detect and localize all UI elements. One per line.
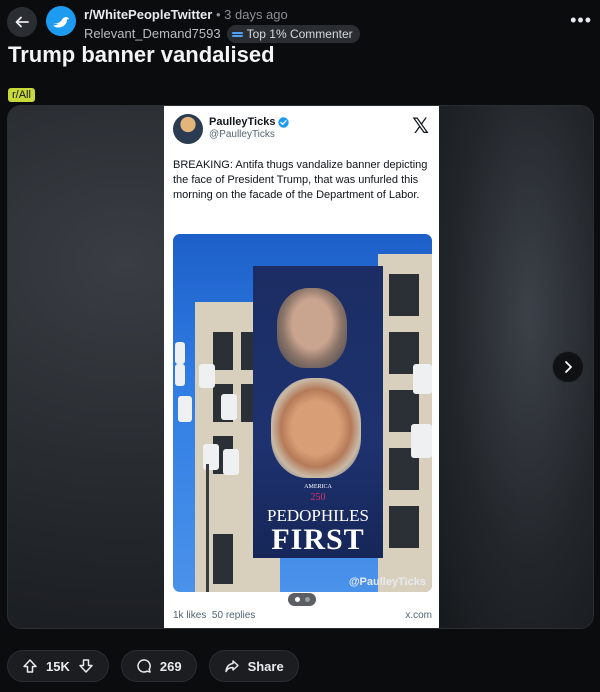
share-label: Share: [247, 658, 284, 674]
post-time: 3 days ago: [224, 7, 288, 22]
tweet-author: PaulleyTicks: [209, 116, 290, 128]
upvote-icon[interactable]: [22, 658, 38, 674]
page-dot: [304, 597, 310, 602]
share-icon: [224, 660, 239, 673]
tweet-source: x.com: [405, 610, 432, 621]
vote-control: 15K: [7, 650, 109, 682]
chevron-right-icon: [565, 361, 572, 373]
more-icon: •••: [570, 10, 592, 30]
back-arrow-icon: [15, 16, 29, 28]
post-meta: r/WhitePeopleTwitter • 3 days ago Releva…: [84, 7, 360, 43]
banner-number: 250: [310, 492, 326, 503]
tweet-screenshot: PaulleyTicks @PaulleyTicks 𝕏 BREAKING: A…: [164, 106, 439, 628]
trump-banner: AMERICA 250 PEDOPHILES FIRST: [253, 266, 383, 558]
media-gallery[interactable]: PaulleyTicks @PaulleyTicks 𝕏 BREAKING: A…: [7, 105, 594, 629]
badge-icon: [231, 31, 243, 37]
comment-icon: [137, 659, 151, 673]
downvote-icon[interactable]: [78, 658, 94, 674]
tweet-avatar: [173, 114, 203, 144]
meta-separator: •: [215, 7, 221, 22]
verified-icon: [278, 116, 290, 128]
x-logo-icon: 𝕏: [412, 114, 429, 138]
tweet-handle: @PaulleyTicks: [209, 129, 275, 140]
comments-button[interactable]: 269: [120, 650, 197, 682]
post-actions: 15K 269 Share: [7, 650, 299, 682]
banner-line2: FIRST: [271, 523, 365, 556]
commenter-badge: Top 1% Commenter: [226, 25, 360, 43]
comment-count: 269: [159, 658, 182, 674]
photo-watermark: @PaulleyTicks: [348, 576, 426, 588]
tweet-author-name: PaulleyTicks: [209, 116, 276, 128]
tweet-text: BREAKING: Antifa thugs vandalize banner …: [173, 159, 428, 201]
page-dot-active: [294, 597, 300, 602]
more-options-button[interactable]: •••: [570, 10, 592, 31]
banner-small-text: AMERICA: [304, 484, 332, 490]
tweet-likes: 1k likes: [173, 610, 207, 621]
tweet-photo: AMERICA 250 PEDOPHILES FIRST @PaulleyTic…: [173, 234, 432, 592]
vote-count: 15K: [46, 658, 70, 674]
back-button[interactable]: [7, 7, 37, 37]
share-button[interactable]: Share: [208, 650, 299, 682]
subreddit-avatar[interactable]: [46, 6, 76, 36]
gallery-pagination: [288, 593, 316, 606]
tweet-replies: 50 replies: [211, 610, 256, 621]
post-flair[interactable]: r/All: [8, 88, 35, 102]
subreddit-bird-icon: [53, 17, 69, 28]
post-title: Trump banner vandalised: [8, 42, 275, 67]
subreddit-name[interactable]: r/WhitePeopleTwitter: [84, 7, 212, 22]
tweet-stats: 1k likes 50 replies: [173, 610, 255, 621]
gallery-next-button[interactable]: [552, 351, 584, 383]
author-username[interactable]: Relevant_Demand7593: [84, 26, 221, 42]
badge-label: Top 1% Commenter: [246, 27, 353, 41]
